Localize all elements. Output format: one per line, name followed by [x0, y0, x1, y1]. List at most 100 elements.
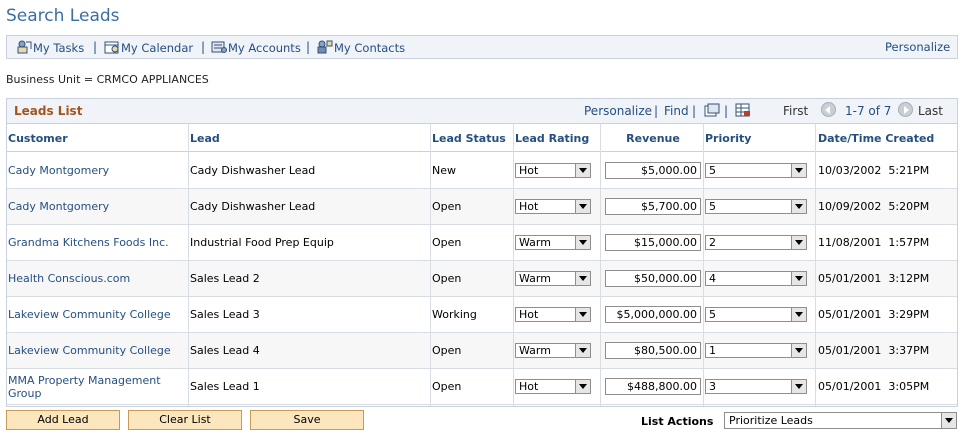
chevron-down-icon[interactable] — [791, 380, 806, 393]
my-calendar-link[interactable]: My Calendar — [104, 40, 193, 55]
lead-rating-select[interactable]: Hot — [515, 307, 591, 322]
grid-separator: | — [654, 104, 659, 118]
grid-first-label: First — [783, 104, 809, 118]
lead-rating-select[interactable]: Warm — [515, 235, 591, 250]
toolbar-personalize-link[interactable]: Personalize — [885, 40, 950, 54]
lead-rating-select[interactable]: Hot — [515, 199, 591, 214]
customer-link[interactable]: Health Conscious.com — [8, 272, 130, 285]
lead-name: Sales Lead 1 — [190, 380, 260, 393]
priority-value: 1 — [709, 344, 716, 357]
chevron-down-icon[interactable] — [575, 200, 590, 213]
customer-link[interactable]: Cady Montgomery — [8, 164, 109, 177]
revenue-field[interactable]: $488,800.00 — [605, 378, 701, 395]
column-header-customer[interactable]: Customer — [8, 132, 68, 145]
my-contacts-link[interactable]: My Contacts — [317, 40, 405, 55]
lead-rating-value: Warm — [519, 236, 551, 249]
previous-icon[interactable] — [821, 102, 836, 117]
lead-rating-select[interactable]: Warm — [515, 271, 591, 286]
column-divider — [600, 123, 601, 406]
chevron-down-icon[interactable] — [575, 272, 590, 285]
my-tasks-link[interactable]: My Tasks — [16, 40, 84, 55]
lead-rating-select[interactable]: Hot — [515, 163, 591, 178]
revenue-field[interactable]: $5,700.00 — [605, 198, 701, 215]
list-actions-select[interactable]: Prioritize Leads — [724, 412, 957, 429]
revenue-field[interactable]: $5,000,000.00 — [605, 306, 701, 323]
priority-value: 4 — [709, 272, 716, 285]
grid-personalize-link[interactable]: Personalize — [584, 104, 652, 118]
download-icon[interactable] — [735, 103, 751, 117]
lead-status: New — [432, 164, 456, 177]
grid-last-label: Last — [918, 104, 943, 118]
priority-select[interactable]: 5 — [705, 199, 807, 214]
lead-rating-value: Hot — [519, 164, 539, 177]
customer-link[interactable]: Lakeview Community College — [8, 308, 171, 321]
date-time-created: 05/01/2001 3:05PM — [818, 380, 930, 393]
revenue-field[interactable]: $5,000.00 — [605, 162, 701, 179]
customer-link[interactable]: MMA Property Management Group — [8, 374, 178, 400]
my-accounts-link[interactable]: My Accounts — [211, 40, 301, 55]
calendar-icon — [104, 41, 119, 54]
lead-name: Industrial Food Prep Equip — [190, 236, 334, 249]
next-icon[interactable] — [898, 102, 913, 117]
clear-list-button[interactable]: Clear List — [128, 410, 242, 430]
lead-status: Open — [432, 272, 462, 285]
grid-separator: | — [692, 104, 697, 118]
priority-value: 5 — [709, 200, 716, 213]
date-time-created: 10/03/2002 5:21PM — [818, 164, 930, 177]
priority-value: 2 — [709, 236, 716, 249]
priority-select[interactable]: 3 — [705, 379, 807, 394]
revenue-field[interactable]: $15,000.00 — [605, 234, 701, 251]
chevron-down-icon[interactable] — [791, 344, 806, 357]
date-time-created: 10/09/2002 5:20PM — [818, 200, 930, 213]
column-header-revenue[interactable]: Revenue — [602, 132, 704, 145]
my-tasks-label: My Tasks — [33, 41, 85, 55]
priority-select[interactable]: 4 — [705, 271, 807, 286]
customer-link[interactable]: Cady Montgomery — [8, 200, 109, 213]
grid-range: 1-7 of 7 — [845, 104, 892, 118]
lead-status: Open — [432, 344, 462, 357]
chevron-down-icon[interactable] — [575, 344, 590, 357]
chevron-down-icon[interactable] — [575, 308, 590, 321]
lead-rating-value: Hot — [519, 308, 539, 321]
lead-rating-select[interactable]: Hot — [515, 379, 591, 394]
lead-status: Open — [432, 200, 462, 213]
priority-select[interactable]: 5 — [705, 307, 807, 322]
priority-select[interactable]: 2 — [705, 235, 807, 250]
chevron-down-icon[interactable] — [941, 413, 956, 428]
chevron-down-icon[interactable] — [575, 236, 590, 249]
chevron-down-icon[interactable] — [791, 200, 806, 213]
view-all-icon[interactable] — [704, 103, 720, 117]
priority-value: 5 — [709, 308, 716, 321]
column-header-lead[interactable]: Lead — [190, 132, 220, 145]
chevron-down-icon[interactable] — [791, 164, 806, 177]
column-header-lead-status[interactable]: Lead Status — [432, 132, 506, 145]
priority-select[interactable]: 1 — [705, 343, 807, 358]
my-calendar-label: My Calendar — [121, 41, 194, 55]
chevron-down-icon[interactable] — [791, 236, 806, 249]
save-button[interactable]: Save — [250, 410, 364, 430]
revenue-field[interactable]: $50,000.00 — [605, 270, 701, 287]
lead-name: Cady Dishwasher Lead — [190, 164, 316, 177]
date-time-created: 05/01/2001 3:12PM — [818, 272, 930, 285]
customer-link[interactable]: Grandma Kitchens Foods Inc. — [8, 236, 169, 249]
column-header-lead-rating[interactable]: Lead Rating — [515, 132, 589, 145]
priority-select[interactable]: 5 — [705, 163, 807, 178]
chevron-down-icon[interactable] — [791, 272, 806, 285]
grid-find-link[interactable]: Find — [664, 104, 689, 118]
column-header-priority[interactable]: Priority — [705, 132, 751, 145]
toolbar-separator: | — [93, 40, 98, 54]
lead-rating-value: Hot — [519, 380, 539, 393]
customer-link[interactable]: Lakeview Community College — [8, 344, 171, 357]
lead-status: Open — [432, 236, 462, 249]
add-lead-button[interactable]: Add Lead — [6, 410, 120, 430]
chevron-down-icon[interactable] — [575, 164, 590, 177]
lead-status: Open — [432, 380, 462, 393]
column-header-date-created[interactable]: Date/Time Created — [818, 132, 934, 145]
list-actions-value: Prioritize Leads — [729, 414, 813, 427]
list-actions-label: List Actions — [641, 415, 714, 428]
lead-rating-select[interactable]: Warm — [515, 343, 591, 358]
chevron-down-icon[interactable] — [575, 380, 590, 393]
revenue-field[interactable]: $80,500.00 — [605, 342, 701, 359]
lead-name: Sales Lead 4 — [190, 344, 260, 357]
chevron-down-icon[interactable] — [791, 308, 806, 321]
